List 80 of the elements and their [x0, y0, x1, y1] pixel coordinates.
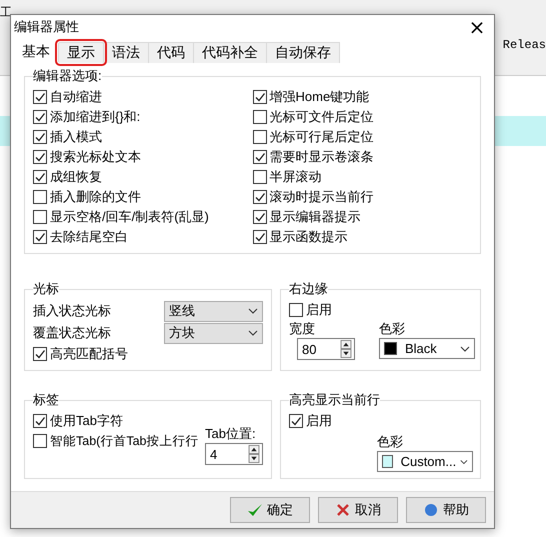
- dropdown[interactable]: 方块: [164, 322, 263, 344]
- checkbox-label: 启用: [306, 301, 332, 319]
- checkbox-label: 自动缩进: [50, 88, 102, 106]
- checkbox[interactable]: [33, 210, 47, 224]
- checkbox[interactable]: [289, 414, 303, 428]
- group-title: 光标: [33, 280, 59, 298]
- checkbox-label: 使用Tab字符: [50, 412, 123, 430]
- tab[interactable]: 自动保存: [266, 42, 340, 63]
- group-title: 标签: [33, 391, 59, 409]
- checkbox-label: 需要时显示卷滚条: [270, 148, 374, 166]
- field-label: 色彩: [379, 320, 406, 338]
- field-label: 插入状态光标: [33, 302, 111, 320]
- caret-icon: [248, 330, 258, 336]
- group-title: 右边缘: [289, 280, 328, 298]
- checkbox-label: 滚动时提示当前行: [270, 188, 374, 206]
- dialog-button[interactable]: 帮助: [406, 497, 486, 523]
- help-icon: [423, 503, 439, 517]
- editor-text: Releas: [502, 38, 546, 52]
- checkbox[interactable]: [33, 150, 47, 164]
- checkbox[interactable]: [252, 150, 266, 164]
- checkbox[interactable]: [33, 170, 47, 184]
- color-dropdown[interactable]: Custom...: [377, 451, 473, 472]
- field-label: 宽度: [289, 320, 316, 338]
- checkbox[interactable]: [33, 190, 47, 204]
- close-button[interactable]: ×: [460, 15, 494, 39]
- cross-icon: [335, 503, 351, 517]
- checkbox[interactable]: [252, 170, 266, 184]
- tab[interactable]: 代码: [148, 42, 194, 63]
- checkbox[interactable]: [33, 434, 47, 448]
- checkbox[interactable]: [252, 90, 266, 104]
- checkbox-label: 光标可文件后定位: [270, 108, 374, 126]
- checkbox[interactable]: [252, 110, 266, 124]
- checkbox-label: 插入模式: [50, 128, 102, 146]
- field-label: 色彩: [377, 433, 404, 451]
- checkbox[interactable]: [33, 130, 47, 144]
- checkbox-label: 去除结尾空白: [50, 228, 128, 246]
- checkbox-label: 光标可行尾后定位: [270, 128, 374, 146]
- checkbox[interactable]: [33, 110, 47, 124]
- number-spinner[interactable]: 80: [297, 338, 355, 360]
- checkbox-label: 显示空格/回车/制表符(乱显): [50, 208, 209, 226]
- checkbox[interactable]: [289, 303, 303, 317]
- menu-text: 工: [0, 4, 12, 21]
- checkbox[interactable]: [33, 90, 47, 104]
- checkbox-label: 搜索光标处文本: [50, 148, 141, 166]
- spin-arrows-icon: [248, 445, 260, 463]
- group-title: 高亮显示当前行: [289, 391, 380, 409]
- group-title: 编辑器选项:: [33, 67, 102, 85]
- caret-icon: [460, 458, 468, 464]
- dialog-button[interactable]: 取消: [318, 497, 398, 523]
- checkbox[interactable]: [33, 230, 47, 244]
- checkbox[interactable]: [33, 414, 47, 428]
- checkbox-label: 增强Home键功能: [270, 88, 370, 106]
- tab[interactable]: 语法: [103, 42, 149, 63]
- checkbox[interactable]: [252, 190, 266, 204]
- checkbox[interactable]: [33, 347, 47, 361]
- number-spinner[interactable]: 4: [205, 443, 263, 465]
- checkbox-label: 启用: [306, 412, 332, 430]
- checkbox[interactable]: [252, 210, 266, 224]
- caret-icon: [460, 346, 470, 352]
- checkbox[interactable]: [252, 130, 266, 144]
- checkbox-label: 添加缩进到{}和:: [50, 108, 140, 126]
- caret-icon: [248, 308, 258, 314]
- tab[interactable]: 显示: [58, 42, 104, 63]
- spin-arrows-icon: [340, 340, 352, 358]
- dropdown[interactable]: 竖线: [164, 300, 263, 322]
- color-dropdown[interactable]: Black: [379, 338, 475, 359]
- checkbox-label: 高亮匹配括号: [50, 345, 128, 363]
- checkbox[interactable]: [252, 230, 266, 244]
- field-label: 覆盖状态光标: [33, 324, 111, 342]
- checkbox-label: 显示编辑器提示: [270, 208, 360, 226]
- dialog-button[interactable]: 确定: [230, 497, 310, 523]
- checkbox-label: 智能Tab(行首Tab按上行行: [50, 432, 198, 450]
- checkbox-label: 插入删除的文件: [50, 188, 141, 206]
- window-title: 编辑器属性: [14, 18, 79, 36]
- tab[interactable]: 代码补全: [193, 42, 267, 63]
- checkbox-label: 成组恢复: [50, 168, 102, 186]
- checkbox-label: 显示函数提示: [270, 228, 348, 246]
- checkmark-icon: [247, 503, 263, 517]
- checkbox-label: 半屏滚动: [270, 168, 322, 186]
- field-label: Tab位置:: [205, 425, 257, 443]
